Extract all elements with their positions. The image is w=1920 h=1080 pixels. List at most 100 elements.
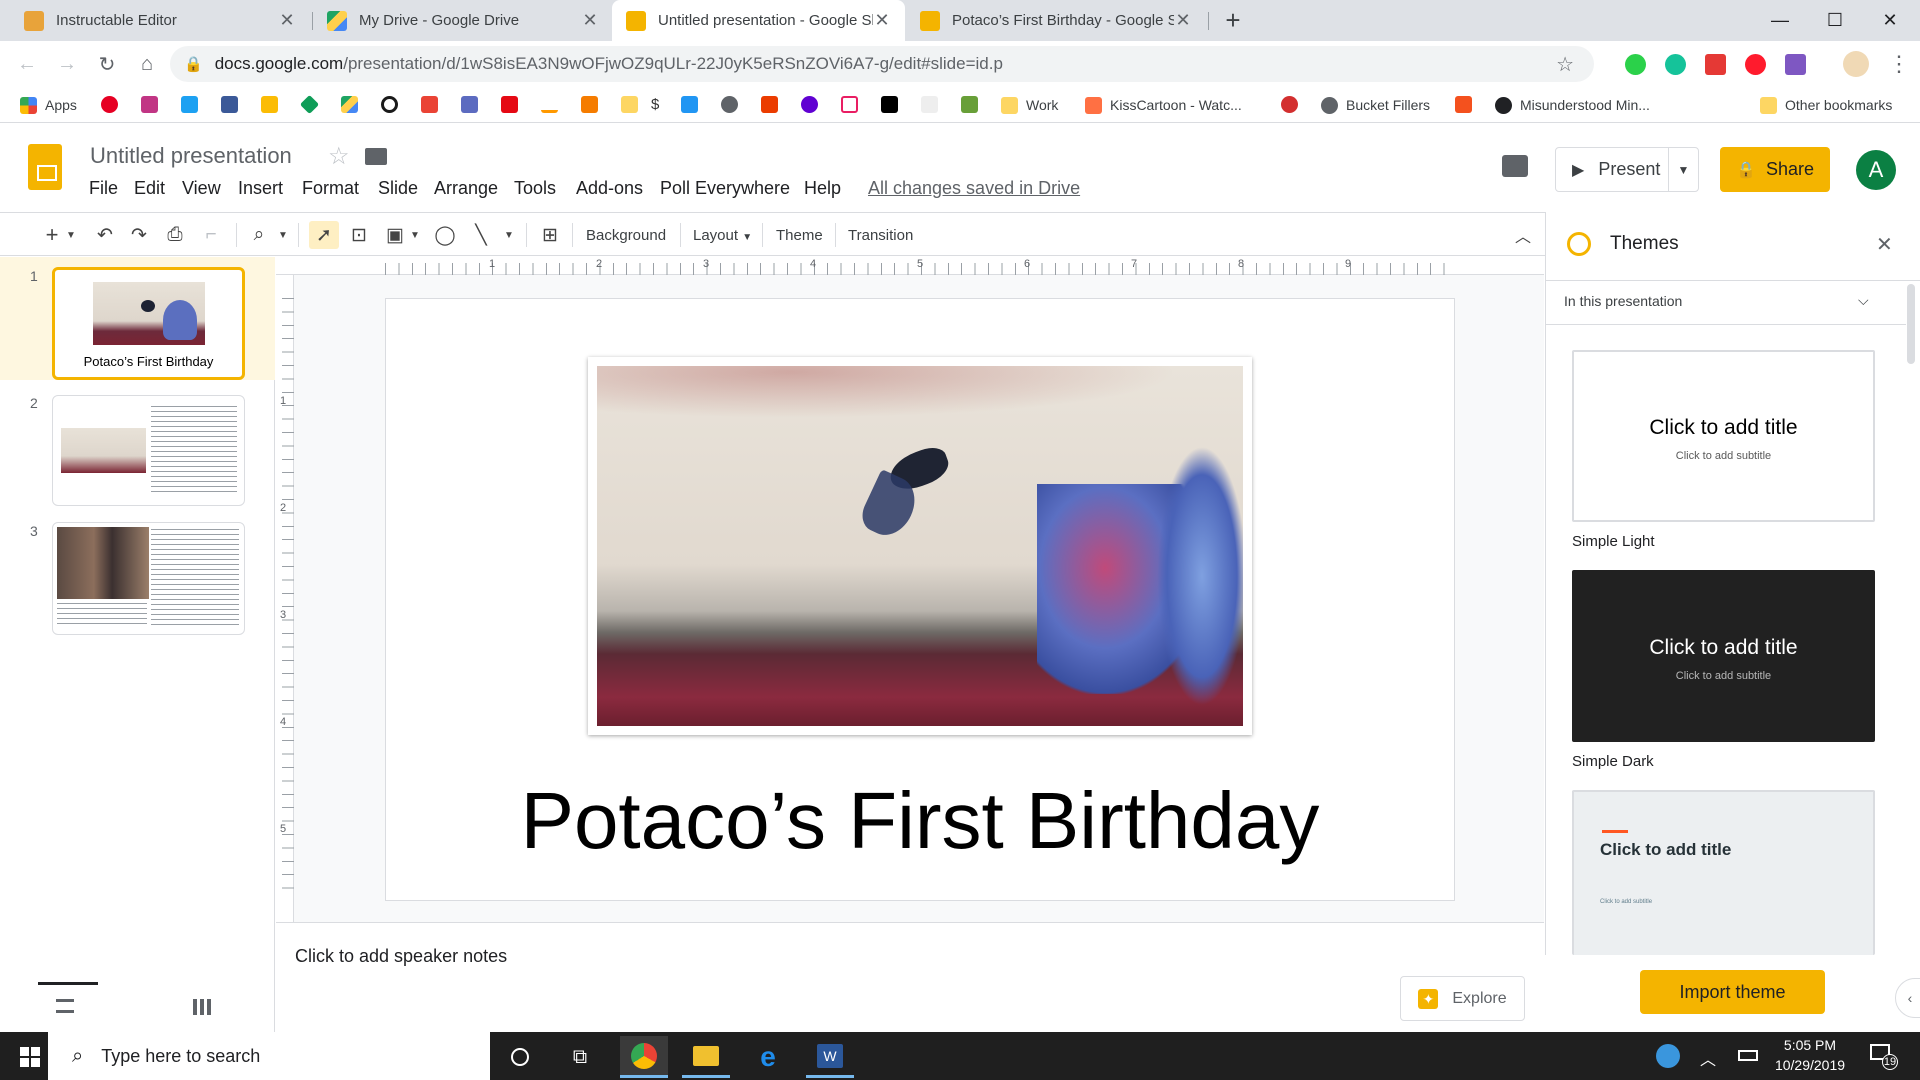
windows-start-icon[interactable] xyxy=(6,1036,54,1078)
battery-icon[interactable] xyxy=(1738,1050,1758,1061)
bookmark-icon[interactable] xyxy=(881,96,898,113)
gmail-icon[interactable] xyxy=(421,96,438,113)
line-dropdown-icon[interactable]: ▼ xyxy=(502,221,516,249)
slide-title[interactable]: Potaco’s First Birthday xyxy=(385,775,1455,867)
bookmark-kisscartoon[interactable]: KissCartoon - Watc... xyxy=(1085,87,1242,123)
redo-icon[interactable]: ↷ xyxy=(124,221,154,249)
layout-button[interactable]: Layout ▼ xyxy=(693,227,752,244)
grid-view-icon[interactable] xyxy=(193,999,211,1015)
bookmark-bucket-fillers[interactable]: Bucket Fillers xyxy=(1321,87,1430,123)
menu-format[interactable]: Format xyxy=(302,178,359,199)
blogger-icon[interactable] xyxy=(1455,96,1472,113)
bookmark-icon[interactable] xyxy=(461,96,478,113)
close-tab-icon[interactable]: ✕ xyxy=(1174,10,1192,31)
speaker-notes-placeholder[interactable]: Click to add speaker notes xyxy=(295,946,507,967)
close-panel-icon[interactable]: ✕ xyxy=(1876,232,1893,257)
extension-q-icon[interactable] xyxy=(1625,54,1646,75)
comment-history-icon[interactable] xyxy=(1502,155,1528,177)
chrome-taskbar-icon[interactable] xyxy=(620,1036,668,1078)
bookmark-icon[interactable] xyxy=(961,96,978,113)
close-tab-icon[interactable]: ✕ xyxy=(278,10,296,31)
theme-card-simple-light[interactable]: Click to add title Click to add subtitle xyxy=(1572,350,1875,522)
menu-poll-everywhere[interactable]: Poll Everywhere xyxy=(660,178,790,199)
cortana-icon[interactable] xyxy=(496,1036,544,1078)
bookmark-apps[interactable]: Apps xyxy=(20,87,77,123)
share-button[interactable]: 🔒 Share xyxy=(1720,147,1830,192)
office-icon[interactable] xyxy=(761,96,778,113)
slide-thumbnail-1[interactable]: Potaco’s First Birthday xyxy=(52,267,245,380)
background-button[interactable]: Background xyxy=(586,227,666,244)
dollar-icon[interactable]: $ xyxy=(651,96,668,113)
tab-instructable[interactable]: Instructable Editor ✕ xyxy=(10,0,310,41)
close-window-button[interactable]: ✕ xyxy=(1860,0,1920,41)
filmstrip-view-icon[interactable] xyxy=(56,999,74,1013)
taskbar-search-box[interactable]: ⌕ Type here to search xyxy=(48,1032,490,1080)
file-explorer-icon[interactable] xyxy=(682,1036,730,1078)
pinterest-icon[interactable] xyxy=(101,96,118,113)
reload-icon[interactable]: ↻ xyxy=(94,51,120,77)
select-cursor-icon[interactable]: ➚ xyxy=(309,221,339,249)
home-icon[interactable]: ⌂ xyxy=(134,51,160,77)
zoom-icon[interactable]: ⌕ xyxy=(244,221,274,249)
transition-button[interactable]: Transition xyxy=(848,227,913,244)
megaphone-extension-icon[interactable] xyxy=(1705,54,1726,75)
menu-file[interactable]: File xyxy=(89,178,118,199)
menu-view[interactable]: View xyxy=(182,178,221,199)
twitter-icon[interactable] xyxy=(181,96,198,113)
close-tab-icon[interactable]: ✕ xyxy=(873,10,891,31)
menu-insert[interactable]: Insert xyxy=(238,178,283,199)
minimize-button[interactable]: — xyxy=(1750,0,1810,41)
present-button[interactable]: ▶ Present ▼ xyxy=(1555,147,1699,192)
amazon-icon[interactable] xyxy=(541,96,558,113)
line-icon[interactable]: ╲ xyxy=(466,221,496,249)
read-extension-icon[interactable] xyxy=(1785,54,1806,75)
panel-scrollbar[interactable] xyxy=(1907,284,1915,364)
slides-logo-icon[interactable] xyxy=(28,144,62,190)
drive-bookmark-icon[interactable] xyxy=(341,96,358,113)
word-icon[interactable]: W xyxy=(806,1036,854,1078)
image-icon[interactable]: ▣ xyxy=(380,221,410,249)
slide-thumbnail-3[interactable] xyxy=(52,522,245,635)
stack-icon[interactable] xyxy=(581,96,598,113)
opera-icon[interactable] xyxy=(1745,54,1766,75)
explore-button[interactable]: ✦ Explore xyxy=(1400,976,1525,1021)
slide-thumbnail-2[interactable] xyxy=(52,395,245,506)
move-folder-icon[interactable] xyxy=(365,148,387,165)
menu-tools[interactable]: Tools xyxy=(514,178,556,199)
new-tab-button[interactable]: + xyxy=(1203,0,1263,41)
zoom-dropdown-icon[interactable]: ▼ xyxy=(276,221,290,249)
maximize-button[interactable]: ☐ xyxy=(1805,0,1865,41)
b-icon[interactable] xyxy=(681,96,698,113)
folder-icon[interactable] xyxy=(621,96,638,113)
more-vert-icon[interactable]: ⋮ xyxy=(1888,51,1910,77)
bookmark-icon[interactable] xyxy=(1281,96,1298,113)
instagram-icon[interactable] xyxy=(141,96,158,113)
menu-arrange[interactable]: Arrange xyxy=(434,178,498,199)
chat-bookmark-icon[interactable] xyxy=(841,96,858,113)
omnibox[interactable]: 🔒 docs.google.com/presentation/d/1wS8isE… xyxy=(170,46,1594,82)
tab-my-drive[interactable]: My Drive - Google Drive ✕ xyxy=(313,0,613,41)
menu-help[interactable]: Help xyxy=(804,178,841,199)
grammarly-icon[interactable] xyxy=(1665,54,1686,75)
bookmark-misunderstood[interactable]: Misunderstood Min... xyxy=(1495,87,1650,123)
keep-icon[interactable] xyxy=(261,96,278,113)
profile-avatar-icon[interactable] xyxy=(1843,51,1869,77)
new-slide-dropdown-icon[interactable]: ▼ xyxy=(64,221,78,249)
menu-slide[interactable]: Slide xyxy=(378,178,418,199)
bookmark-icon[interactable] xyxy=(921,96,938,113)
theme-button[interactable]: Theme xyxy=(776,227,823,244)
tab-untitled-presentation[interactable]: Untitled presentation - Google Sl ✕ xyxy=(612,0,905,41)
bookmark-icon[interactable] xyxy=(801,96,818,113)
filter-dropdown-icon[interactable]: ⌵ xyxy=(1858,292,1869,309)
close-tab-icon[interactable]: ✕ xyxy=(581,10,599,31)
menu-addons[interactable]: Add-ons xyxy=(576,178,643,199)
document-title[interactable]: Untitled presentation xyxy=(90,143,292,169)
save-status[interactable]: All changes saved in Drive xyxy=(868,178,1080,199)
present-dropdown-icon[interactable]: ▼ xyxy=(1668,148,1698,191)
theme-filter-select[interactable]: In this presentation xyxy=(1564,293,1682,309)
tab-potaco-birthday[interactable]: Potaco’s First Birthday - Google S ✕ xyxy=(906,0,1206,41)
fish-photo-frame[interactable] xyxy=(588,357,1252,735)
star-icon[interactable]: ☆ xyxy=(328,142,350,171)
shape-icon[interactable]: ◯ xyxy=(430,221,460,249)
import-theme-button[interactable]: Import theme xyxy=(1640,970,1825,1014)
